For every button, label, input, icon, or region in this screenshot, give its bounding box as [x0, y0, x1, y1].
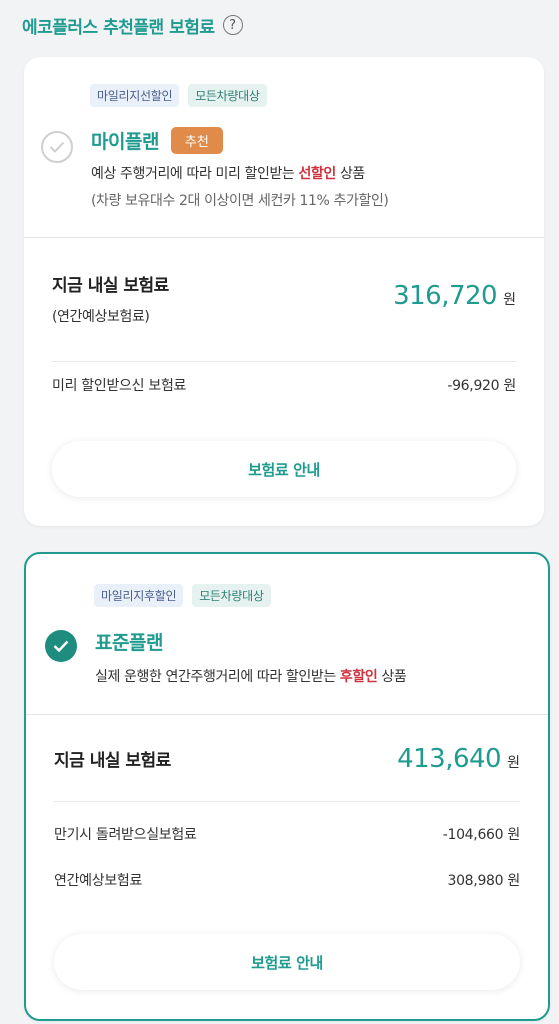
recommend-badge: 추천	[170, 127, 223, 154]
plan-card-standard[interactable]: 마일리지후할인 모든차량대상 표준플랜 실제 운행한 연간주행거리에 따라 할인…	[24, 552, 550, 1021]
detail-row: 연간예상보험료 308,980 원	[54, 870, 520, 890]
plan-name: 표준플랜	[95, 632, 163, 654]
plan-subdescription: (차량 보유대수 2대 이상이면 세컨카 11% 추가할인)	[91, 193, 389, 209]
premium-amount-unit: 원	[507, 755, 520, 771]
detail-label: 미리 할인받으신 보험료	[52, 378, 187, 394]
plan-tags: 마일리지선할인 모든차량대상	[90, 84, 267, 107]
premium-amount-value: 413,640	[397, 744, 502, 774]
premium-summary: 지금 내실 보험료 (연간예상보험료) 316,720 원	[52, 271, 516, 362]
desc-highlight: 선할인	[298, 166, 336, 182]
premium-summary: 지금 내실 보험료 413,640 원	[54, 744, 520, 802]
premium-info-button[interactable]: 보험료 안내	[52, 441, 516, 497]
plan-card-header: 마일리지후할인 모든차량대상 표준플랜 실제 운행한 연간주행거리에 따라 할인…	[26, 554, 548, 715]
desc-suffix: 상품	[335, 166, 365, 182]
premium-amount: 413,640 원	[397, 744, 520, 774]
plan-title-row: 마이플랜 추천	[91, 127, 223, 154]
tag-all-vehicles: 모든차량대상	[192, 584, 271, 607]
tag-mileage-pre-discount: 마일리지선할인	[90, 84, 180, 107]
detail-value: -104,660 원	[442, 827, 521, 843]
detail-label: 만기시 돌려받으실보험료	[54, 827, 197, 843]
detail-label: 연간예상보험료	[54, 873, 143, 889]
plan-description: 예상 주행거리에 따라 미리 할인받는 선할인 상품	[91, 163, 365, 183]
plan-description: 실제 운행한 연간주행거리에 따라 할인받는 후할인 상품	[95, 666, 407, 686]
premium-info-button[interactable]: 보험료 안내	[54, 934, 520, 990]
plan-tags: 마일리지후할인 모든차량대상	[94, 584, 271, 607]
desc-prefix: 예상 주행거리에 따라 미리 할인받는	[91, 166, 299, 182]
premium-amount-value: 316,720	[393, 281, 498, 311]
desc-highlight: 후할인	[339, 669, 378, 685]
page-header: 에코플러스 추천플랜 보험료 ?	[22, 10, 243, 40]
help-icon[interactable]: ?	[222, 15, 243, 35]
check-circle-icon[interactable]	[45, 630, 77, 662]
detail-row: 미리 할인받으신 보험료 -96,920 원	[52, 375, 516, 395]
detail-value: 308,980 원	[447, 873, 520, 889]
desc-suffix: 상품	[377, 669, 407, 685]
plan-card-header: 마일리지선할인 모든차량대상 마이플랜 추천 예상 주행거리에 따라 미리 할인…	[24, 57, 544, 238]
plan-card-my[interactable]: 마일리지선할인 모든차량대상 마이플랜 추천 예상 주행거리에 따라 미리 할인…	[24, 57, 544, 526]
tag-all-vehicles: 모든차량대상	[188, 84, 267, 107]
check-circle-icon[interactable]	[41, 131, 73, 163]
desc-prefix: 실제 운행한 연간주행거리에 따라 할인받는	[95, 669, 340, 685]
page-title: 에코플러스 추천플랜 보험료	[22, 17, 215, 38]
plan-title-row: 표준플랜	[95, 628, 163, 655]
premium-amount-unit: 원	[503, 292, 516, 308]
tag-mileage-post-discount: 마일리지후할인	[94, 584, 184, 607]
plan-name: 마이플랜	[91, 131, 159, 153]
detail-value: -96,920 원	[447, 378, 516, 394]
premium-amount: 316,720 원	[393, 281, 516, 311]
detail-row: 만기시 돌려받으실보험료 -104,660 원	[54, 824, 520, 844]
